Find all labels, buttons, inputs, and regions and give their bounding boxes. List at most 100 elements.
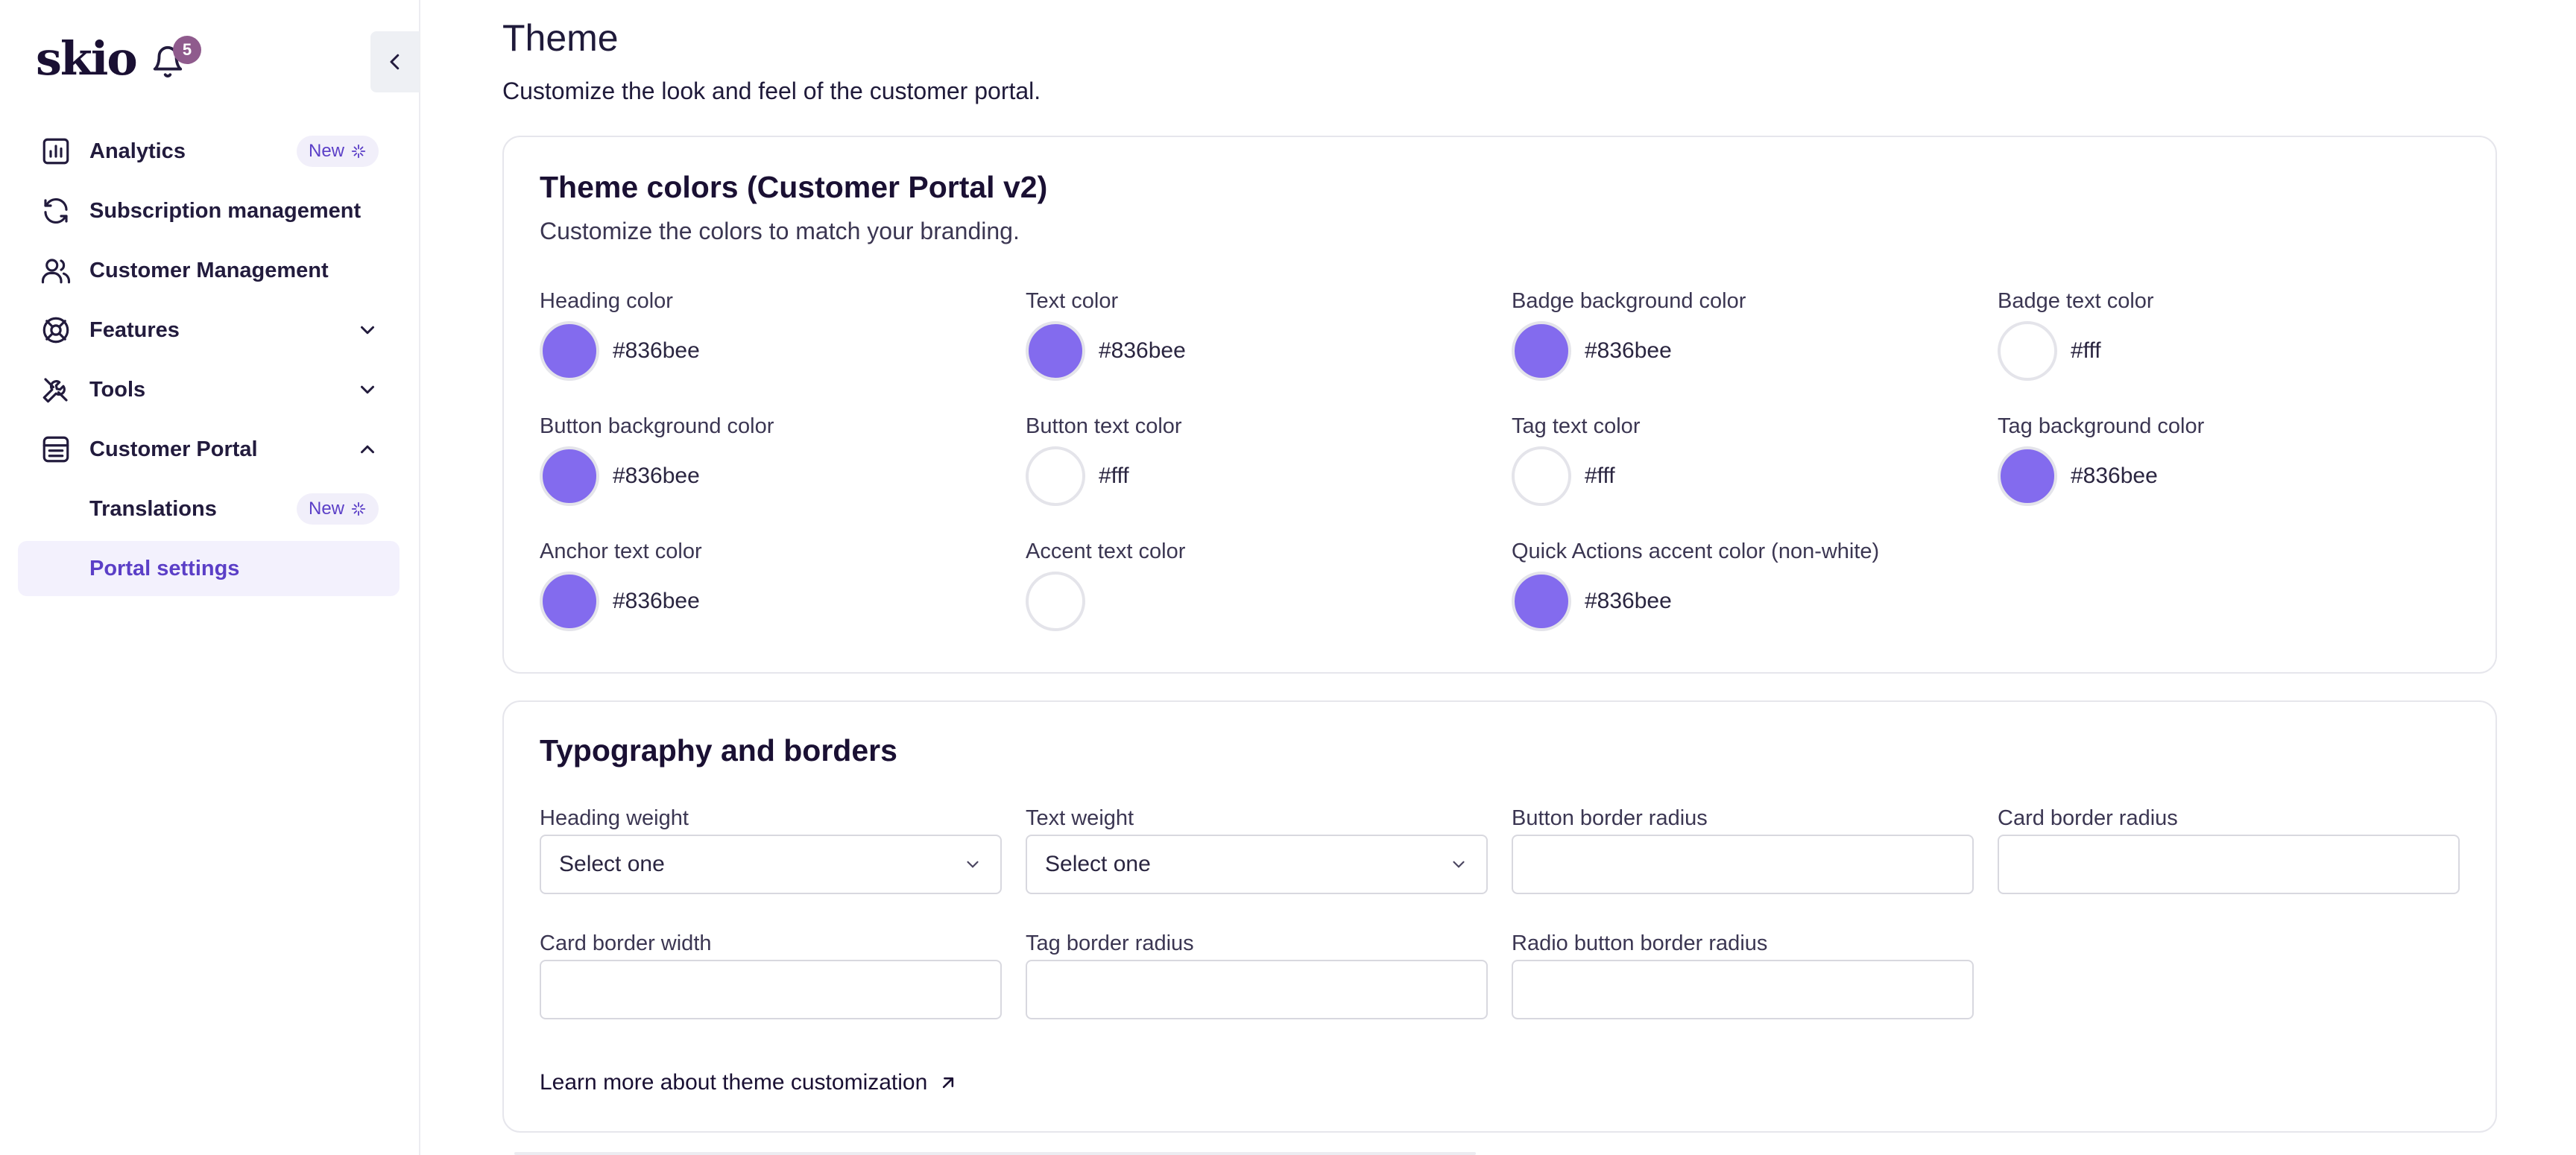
color-field: Button background color #836bee: [540, 414, 1002, 506]
color-swatch[interactable]: [1026, 446, 1085, 506]
color-swatch[interactable]: [540, 321, 599, 381]
color-picker[interactable]: #fff: [1512, 446, 1615, 507]
weight-select[interactable]: Select one: [540, 835, 1002, 894]
color-picker[interactable]: #836bee: [1512, 320, 1672, 382]
color-picker[interactable]: #836bee: [540, 320, 700, 382]
color-field-label: Quick Actions accent color (non-white): [1512, 539, 1880, 563]
sidebar: skio 5 Analytics New Subscription manage…: [0, 0, 420, 1155]
sidebar-item-label: Translations: [89, 496, 217, 521]
next-card-edge: [514, 1152, 1476, 1155]
skio-logo[interactable]: skio: [36, 31, 138, 86]
typography-field-label: Heading weight: [540, 806, 689, 830]
page-subtitle: Customize the look and feel of the custo…: [502, 77, 1041, 104]
page-title: Theme: [502, 17, 619, 59]
color-picker[interactable]: #836bee: [540, 446, 700, 507]
color-swatch[interactable]: [540, 572, 599, 631]
sidebar-item-customer-portal[interactable]: Customer Portal: [18, 422, 400, 477]
features-icon: [42, 317, 69, 344]
card-subtitle: Customize the colors to match your brand…: [540, 218, 1020, 244]
chevron-down-icon: [967, 861, 979, 868]
text-input[interactable]: [1998, 835, 2460, 894]
color-field: Anchor text color #836bee: [540, 539, 1002, 631]
typography-card: Typography and borders Heading weight Sel…: [502, 700, 2497, 1133]
sidebar-item-label: Tools: [89, 377, 146, 402]
sidebar-item-subscription-management[interactable]: Subscription management: [18, 183, 400, 238]
tools-icon: [42, 378, 68, 403]
typography-field-label: Radio button border radius: [1512, 931, 1768, 955]
color-picker[interactable]: #836bee: [1026, 320, 1186, 382]
color-swatch[interactable]: [1512, 572, 1571, 631]
color-field-label: Tag background color: [1998, 414, 2205, 438]
new-badge: New: [296, 493, 379, 525]
color-swatch[interactable]: [1026, 321, 1085, 381]
learn-more-link[interactable]: Learn more about theme customization: [540, 1070, 959, 1095]
color-swatch[interactable]: [1512, 321, 1571, 381]
text-input[interactable]: [1512, 960, 1974, 1019]
chevron-down-icon: [361, 385, 374, 394]
weight-select[interactable]: Select one: [1026, 835, 1488, 894]
color-swatch[interactable]: [1026, 572, 1085, 631]
typography-field: Tag border radius: [1026, 931, 1488, 1019]
sidebar-item-analytics[interactable]: Analytics New: [18, 124, 400, 179]
color-field: Button text color #fff: [1026, 414, 1488, 506]
color-field-label: Button text color: [1026, 414, 1182, 438]
color-field: Accent text color: [1026, 539, 1488, 631]
color-swatch[interactable]: [1998, 446, 2057, 506]
color-field: Tag background color #836bee: [1998, 414, 2460, 506]
sidebar-item-customer-management[interactable]: Customer Management: [18, 243, 400, 298]
chevron-up-icon: [361, 445, 374, 454]
chevron-left-icon: [390, 54, 400, 70]
chevron-down-icon: [1453, 861, 1465, 868]
typography-field-label: Text weight: [1026, 806, 1134, 830]
color-value: #836bee: [1585, 589, 1672, 613]
typography-field-label: Tag border radius: [1026, 931, 1194, 955]
typography-field-label: Card border radius: [1998, 806, 2178, 830]
color-picker[interactable]: [1026, 571, 1099, 632]
color-picker[interactable]: #fff: [1026, 446, 1129, 507]
typography-field: Button border radius: [1512, 806, 1974, 894]
color-picker[interactable]: #836bee: [540, 571, 700, 632]
sidebar-item-features[interactable]: Features: [18, 303, 400, 358]
text-input[interactable]: [1026, 960, 1488, 1019]
color-picker[interactable]: #fff: [1998, 320, 2101, 382]
sidebar-item-label: Customer Portal: [89, 437, 258, 461]
sidebar-item-label: Portal settings: [89, 556, 240, 580]
color-value: #836bee: [1099, 338, 1186, 363]
color-swatch[interactable]: [1512, 446, 1571, 506]
color-field: Heading color #836bee: [540, 289, 1002, 381]
color-field-label: Text color: [1026, 289, 1119, 313]
typography-field: Card border radius: [1998, 806, 2460, 894]
color-field-label: Anchor text color: [540, 539, 702, 563]
color-value: #fff: [2071, 338, 2101, 363]
collapse-sidebar-button[interactable]: [370, 31, 420, 92]
color-swatch[interactable]: [540, 446, 599, 506]
sidebar-subitem-translations[interactable]: Translations New: [18, 481, 400, 537]
select-value: Select one: [559, 852, 665, 876]
color-field-label: Badge background color: [1512, 289, 1746, 313]
sidebar-item-tools[interactable]: Tools: [18, 362, 400, 417]
refresh-icon: [44, 198, 68, 224]
color-value: #836bee: [613, 589, 700, 613]
color-field: Quick Actions accent color (non-white) #8…: [1512, 539, 1974, 631]
color-field-label: Accent text color: [1026, 539, 1186, 563]
color-field: Tag text color #fff: [1512, 414, 1974, 506]
color-field: Text color #836bee: [1026, 289, 1488, 381]
new-badge-label: New: [308, 141, 344, 161]
sidebar-item-label: Customer Management: [89, 258, 329, 282]
theme-colors-card: Theme colors (Customer Portal v2) Custom…: [502, 136, 2497, 674]
color-value: #fff: [1099, 463, 1129, 488]
color-swatch[interactable]: [1998, 321, 2057, 381]
card-title: Typography and borders: [540, 733, 897, 768]
color-picker[interactable]: #836bee: [1512, 571, 1672, 632]
sidebar-subitem-portal-settings[interactable]: Portal settings: [18, 541, 400, 596]
text-input[interactable]: [540, 960, 1002, 1019]
sidebar-item-label: Subscription management: [89, 198, 362, 223]
color-picker[interactable]: #836bee: [1998, 446, 2158, 507]
sidebar-item-label: Analytics: [89, 139, 186, 163]
new-badge: New: [296, 136, 379, 167]
text-input[interactable]: [1512, 835, 1974, 894]
select-value: Select one: [1045, 852, 1151, 876]
color-value: #836bee: [1585, 338, 1672, 363]
typography-field: Card border width: [540, 931, 1002, 1019]
color-field-label: Button background color: [540, 414, 774, 438]
